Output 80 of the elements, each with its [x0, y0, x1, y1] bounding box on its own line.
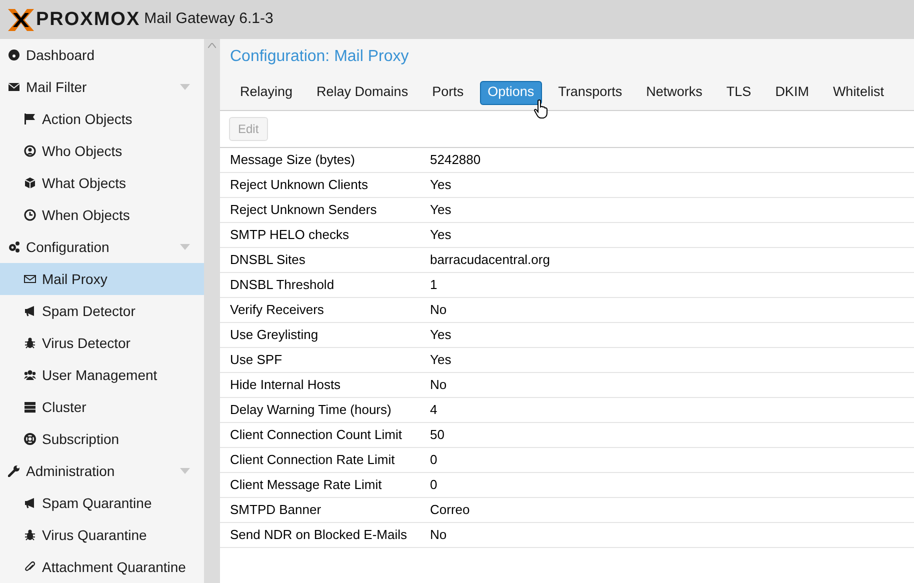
property-value: Yes: [430, 326, 452, 344]
sidebar-item[interactable]: Virus Detector: [0, 327, 204, 359]
lifebuoy-icon: [24, 433, 36, 445]
property-name: Use Greylisting: [230, 326, 320, 344]
property-value: No: [430, 376, 447, 394]
property-value: 4: [430, 401, 438, 420]
sidebar-item[interactable]: Mail Filter: [0, 71, 204, 103]
property-name: Client Message Rate Limit: [230, 476, 383, 494]
property-name: Reject Unknown Clients: [230, 176, 370, 194]
sidebar-item[interactable]: User Management: [0, 359, 204, 391]
sidebar-item[interactable]: Mail Proxy: [0, 263, 204, 295]
sidebar-item[interactable]: Spam Detector: [0, 295, 204, 327]
envelope-icon: [24, 273, 36, 285]
cube-icon: [24, 177, 36, 189]
sidebar-item[interactable]: Configuration: [0, 231, 204, 263]
tab[interactable]: DKIM: [767, 80, 817, 104]
bug-icon: [24, 529, 36, 541]
sidebar-item[interactable]: When Objects: [0, 199, 204, 231]
wrench-icon: [8, 465, 20, 477]
sidebar-item[interactable]: Action Objects: [0, 103, 204, 135]
tab[interactable]: Whitelist: [824, 80, 892, 104]
bug-icon: [24, 337, 36, 349]
property-name: Client Connection Rate Limit: [230, 451, 396, 470]
property-name: Use SPF: [230, 351, 284, 370]
property-name: Client Connection Count Limit: [230, 426, 403, 444]
property-name: Delay Warning Time (hours): [230, 401, 392, 420]
property-value: barracudacentral.org: [430, 251, 550, 270]
user-icon: [24, 145, 36, 157]
property-value: Yes: [430, 201, 452, 220]
property-name: SMTPD Banner: [230, 501, 322, 520]
product-title: Mail Gateway 6.1-3: [144, 9, 274, 30]
property-value: Yes: [430, 351, 452, 370]
sidebar-item[interactable]: Administration: [0, 455, 204, 487]
property-value: 5242880: [430, 151, 481, 170]
sidebar-item[interactable]: Attachment Quarantine: [0, 551, 204, 583]
sidebar-item[interactable]: What Objects: [0, 167, 204, 199]
tab[interactable]: Networks: [638, 80, 710, 104]
property-name: Hide Internal Hosts: [230, 376, 342, 394]
collapse-arrow-icon[interactable]: [180, 244, 190, 250]
property-value: 50: [430, 426, 444, 444]
paperclip-icon: [24, 561, 36, 573]
tab[interactable]: Transports: [550, 80, 630, 104]
property-name: Verify Receivers: [230, 301, 325, 320]
megaphone-icon: [24, 305, 36, 317]
tab[interactable]: TLS: [718, 80, 760, 104]
sidebar-item[interactable]: Virus Quarantine: [0, 519, 204, 551]
sidebar-item[interactable]: Dashboard: [0, 39, 204, 71]
clock-icon: [24, 209, 36, 221]
logo-text: PROXMOX: [36, 10, 140, 29]
property-value: No: [430, 301, 447, 320]
sidebar-item[interactable]: Subscription: [0, 423, 204, 455]
collapse-arrow-icon[interactable]: [180, 468, 190, 474]
flag-icon: [24, 113, 36, 125]
property-name: Message Size (bytes): [230, 151, 356, 170]
property-name: DNSBL Sites: [230, 251, 306, 270]
logo-x-icon: [8, 8, 34, 30]
tab[interactable]: Ports: [424, 80, 472, 104]
property-value: Yes: [430, 226, 452, 244]
property-value: 0: [430, 451, 438, 470]
megaphone-icon: [24, 497, 36, 509]
envelope-icon: [8, 81, 20, 93]
sidebar-item[interactable]: Spam Quarantine: [0, 487, 204, 519]
property-value: Yes: [430, 176, 452, 194]
property-name: Reject Unknown Senders: [230, 201, 378, 220]
property-name: Send NDR on Blocked E-Mails: [230, 526, 408, 544]
property-name: DNSBL Threshold: [230, 276, 336, 294]
property-value: Correo: [430, 501, 470, 520]
tab[interactable]: Relaying: [232, 80, 301, 104]
property-value: No: [430, 526, 447, 544]
tab[interactable]: Relay Domains: [308, 80, 416, 104]
sidebar-item[interactable]: Cluster: [0, 391, 204, 423]
server-icon: [24, 401, 36, 413]
sidebar-item[interactable]: Who Objects: [0, 135, 204, 167]
collapse-arrow-icon[interactable]: [180, 84, 190, 90]
scroll-up-icon[interactable]: [208, 43, 216, 48]
users-icon: [24, 369, 36, 381]
property-value: 0: [430, 476, 438, 494]
panel-title: Configuration: Mail Proxy: [230, 47, 409, 67]
property-name: SMTP HELO checks: [230, 226, 350, 244]
property-value: 1: [430, 276, 438, 294]
